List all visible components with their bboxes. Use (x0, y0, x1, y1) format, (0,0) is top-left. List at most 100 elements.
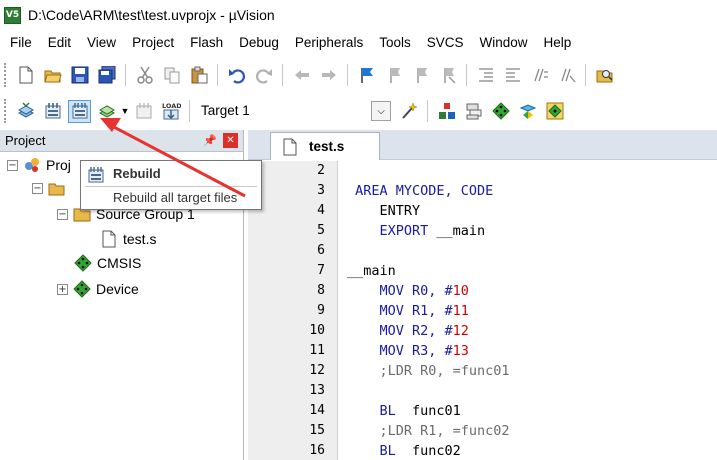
select-packs-button[interactable] (462, 100, 485, 123)
tree-item-device[interactable]: + Device (57, 278, 139, 300)
uncomment-selection-button[interactable] (555, 64, 578, 87)
unindent-button[interactable] (501, 64, 524, 87)
line-number: 12 (309, 363, 325, 378)
undo-button[interactable] (225, 64, 248, 87)
collapse-icon[interactable]: − (32, 182, 43, 194)
code-token: EXPORT (379, 223, 437, 239)
code-token: ;LDR R1, =func02 (379, 423, 510, 439)
arrow-right-icon (321, 70, 336, 80)
previous-bookmark-button[interactable] (382, 64, 405, 87)
menu-project[interactable]: Project (124, 32, 182, 54)
load-download-icon: LOAD (162, 102, 181, 120)
cut-button[interactable] (133, 64, 156, 87)
file-icon (100, 230, 118, 248)
indent-icon (478, 68, 493, 82)
comment-selection-button[interactable] (528, 64, 551, 87)
options-for-target-button[interactable] (397, 100, 420, 123)
project-window-header: Project 📌 ✕ (0, 130, 243, 152)
code-line: AREA MYCODE, CODE (347, 181, 493, 201)
target-dropdown-button[interactable]: ⌵ (371, 101, 391, 121)
menu-edit[interactable]: Edit (40, 32, 79, 54)
tree-item-target[interactable]: − (32, 177, 71, 199)
stop-build-button[interactable] (132, 100, 155, 123)
unindent-icon (505, 68, 520, 82)
rebuild-button[interactable] (68, 99, 91, 123)
tree-item-label: CMSIS (97, 255, 142, 271)
download-button[interactable]: LOAD (159, 100, 182, 123)
toolbar-separator (427, 100, 428, 122)
menu-window[interactable]: Window (471, 32, 535, 54)
copy-button[interactable] (160, 64, 183, 87)
line-number: 11 (309, 343, 325, 358)
project-icon (23, 156, 41, 174)
menu-svcs[interactable]: SVCS (419, 32, 472, 54)
tab-test-s[interactable]: test.s (270, 132, 380, 160)
rebuild-icon (72, 103, 87, 119)
manage-rte-button[interactable] (489, 100, 512, 123)
comment-icon (533, 68, 548, 82)
toolbar-grip[interactable] (4, 99, 8, 123)
pin-icon[interactable]: 📌 (203, 134, 217, 148)
code-line: ;LDR R0, =func01 (347, 361, 510, 381)
save-all-button[interactable] (95, 64, 118, 87)
redo-icon (255, 69, 272, 84)
rte-diamond-icon (73, 280, 91, 298)
tab-label: test.s (309, 139, 345, 154)
navigate-back-button[interactable] (290, 64, 313, 87)
line-number: 3 (317, 183, 325, 198)
code-line: MOV R3, #13 (347, 341, 469, 361)
save-button[interactable] (68, 64, 91, 87)
redo-button[interactable] (252, 64, 275, 87)
pack-installer-icon (519, 104, 536, 119)
toolbar-grip[interactable] (4, 63, 8, 87)
expand-icon[interactable]: + (57, 283, 68, 295)
build-icon (45, 103, 60, 119)
tooltip-description: Rebuild all target files (113, 190, 238, 205)
menu-file[interactable]: File (0, 32, 40, 54)
editor-area: test.s 2 3 4 5 6 7 8 9 10 11 12 13 14 15 16 AREA MYCOD… (248, 130, 717, 460)
tree-item-cmsis[interactable]: CMSIS (74, 252, 141, 274)
file-toolbar (0, 58, 717, 92)
build-button[interactable] (41, 100, 64, 123)
code-editor[interactable]: AREA MYCODE, CODE ENTRY EXPORT __main __m… (339, 161, 717, 460)
code-token: 12 (452, 323, 469, 339)
line-number: 15 (309, 423, 325, 438)
software-components-button[interactable] (543, 100, 566, 123)
pack-installer-button[interactable] (516, 100, 539, 123)
code-token: __main (347, 263, 396, 279)
navigate-forward-button[interactable] (317, 64, 340, 87)
open-file-button[interactable] (41, 64, 64, 87)
tree-item-test-s[interactable]: test.s (100, 228, 156, 250)
line-number: 14 (309, 403, 325, 418)
paste-button[interactable] (187, 64, 210, 87)
line-number: 9 (317, 303, 325, 318)
select-target-combobox[interactable]: Target 1 (201, 100, 371, 122)
translate-button[interactable] (14, 100, 37, 123)
close-icon[interactable]: ✕ (223, 133, 238, 148)
clear-bookmarks-button[interactable] (436, 64, 459, 87)
window-title: D:\Code\ARM\test\test.uvprojx - µVision (28, 7, 275, 23)
find-in-files-button[interactable] (593, 64, 616, 87)
code-line: MOV R1, #11 (347, 301, 469, 321)
toolbar-separator (347, 64, 348, 86)
next-bookmark-button[interactable] (409, 64, 432, 87)
menu-help[interactable]: Help (536, 32, 580, 54)
new-file-button[interactable] (14, 64, 37, 87)
project-window-title: Project (5, 133, 46, 148)
batch-build-dropdown[interactable]: ▼ (120, 100, 130, 123)
code-token: AREA MYCODE, CODE (355, 183, 494, 199)
indent-button[interactable] (474, 64, 497, 87)
tree-item-project-root[interactable]: − Proj (7, 154, 71, 176)
code-token: BL (379, 443, 413, 459)
menu-debug[interactable]: Debug (231, 32, 287, 54)
uvision-app-icon[interactable]: V5 (4, 6, 21, 24)
menu-peripherals[interactable]: Peripherals (287, 32, 371, 54)
insert-bookmark-button[interactable] (355, 64, 378, 87)
collapse-icon[interactable]: − (7, 159, 18, 171)
menu-view[interactable]: View (79, 32, 124, 54)
manage-project-items-button[interactable] (435, 100, 458, 123)
collapse-icon[interactable]: − (57, 208, 68, 220)
menu-tools[interactable]: Tools (371, 32, 419, 54)
menu-flash[interactable]: Flash (182, 32, 231, 54)
batch-build-button[interactable] (95, 100, 118, 123)
